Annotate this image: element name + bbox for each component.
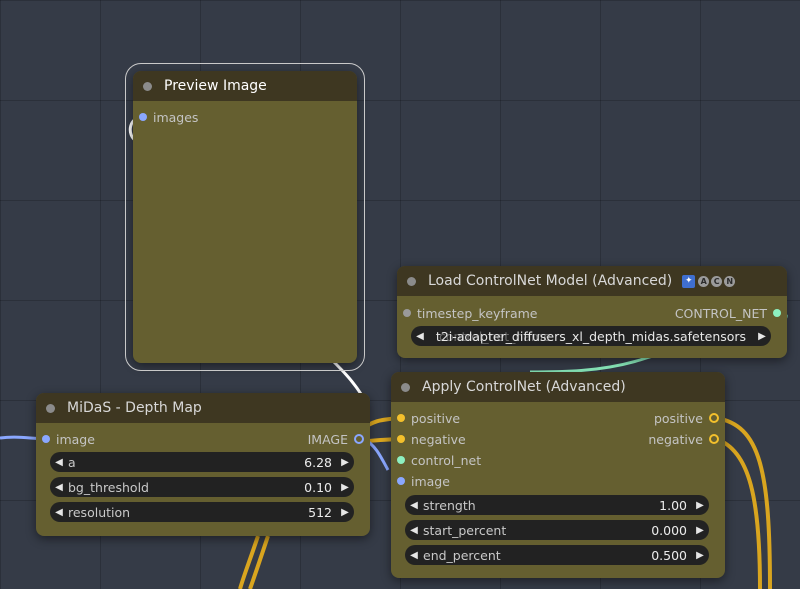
widget-label: strength [423,497,476,513]
node-title: Apply ControlNet (Advanced) [422,379,626,395]
right-arrow-icon[interactable]: ▶ [691,500,709,511]
slot-label: negative [411,431,466,447]
input-slot-control-net[interactable]: control_net [397,451,481,469]
slot-label: images [153,109,199,125]
left-arrow-icon[interactable]: ◀ [50,482,68,493]
custom-node-icon: ✦ [682,274,696,288]
output-slot-negative[interactable]: negative [648,430,719,448]
output-connector-icon[interactable] [709,413,719,423]
slot-label: image [56,431,95,447]
slot-label: positive [653,410,703,426]
input-slot-negative[interactable]: negative [397,430,466,448]
combo-value: control_net_name t2i-adapter_diffusers_x… [429,329,753,344]
badge-letter: N [724,275,736,287]
left-arrow-icon[interactable]: ◀ [50,457,68,468]
widget-value: 6.28 [304,454,332,470]
output-slot-positive[interactable]: positive [654,409,719,427]
output-slot-control-net[interactable]: CONTROL_NET [675,304,781,322]
widget-end-percent[interactable]: ◀ end_percent 0.500 ▶ [405,545,709,565]
input-connector-icon[interactable] [397,456,405,464]
right-arrow-icon[interactable]: ▶ [336,457,354,468]
input-connector-icon[interactable] [403,309,411,317]
widget-bg-threshold[interactable]: ◀ bg_threshold 0.10 ▶ [50,477,354,497]
preview-image-header[interactable]: Preview Image [133,71,357,101]
load-controlnet-node[interactable]: Load ControlNet Model (Advanced) ✦ A C N… [397,266,787,358]
node-title: Preview Image [164,78,267,94]
input-slot-positive[interactable]: positive [397,409,460,427]
widget-label: start_percent [423,522,507,538]
left-arrow-icon[interactable]: ◀ [405,525,423,536]
collapse-toggle-icon[interactable] [407,276,416,286]
link-conditioning-down-b[interactable] [238,535,260,589]
midas-header[interactable]: MiDaS - Depth Map [36,393,370,423]
collapse-toggle-icon[interactable] [143,81,152,91]
widget-label: resolution [68,504,131,520]
midas-depth-map-node[interactable]: MiDaS - Depth Map image IMAGE ◀ a 6.28 ▶… [36,393,370,536]
widget-strength[interactable]: ◀ strength 1.00 ▶ [405,495,709,515]
input-connector-icon[interactable] [397,414,405,422]
right-arrow-icon[interactable]: ▶ [691,550,709,561]
widget-label: end_percent [423,547,501,563]
slot-label: CONTROL_NET [674,305,767,321]
output-connector-icon[interactable] [354,434,364,444]
preview-image-node[interactable]: Preview Image images [125,63,365,371]
slot-label: control_net [411,452,482,468]
widget-value: 1.00 [659,497,687,513]
slot-label: image [411,473,450,489]
left-arrow-icon[interactable]: ◀ [405,550,423,561]
right-arrow-icon[interactable]: ▶ [336,507,354,518]
output-connector-icon[interactable] [773,309,781,317]
load-controlnet-header[interactable]: Load ControlNet Model (Advanced) ✦ A C N [397,266,787,296]
node-title: Load ControlNet Model (Advanced) [428,273,673,289]
widget-label: bg_threshold [68,479,149,495]
input-slot-images[interactable]: images [139,108,198,126]
widget-value: 0.000 [651,522,687,538]
input-connector-icon[interactable] [397,477,405,485]
right-arrow-icon[interactable]: ▶ [336,482,354,493]
widget-a[interactable]: ◀ a 6.28 ▶ [50,452,354,472]
combo-selected-model: t2i-adapter_diffusers_xl_depth_midas.saf… [435,328,747,344]
input-slot-timestep-keyframe[interactable]: timestep_keyframe [403,304,537,322]
left-arrow-icon[interactable]: ◀ [411,331,429,342]
right-arrow-icon[interactable]: ▶ [691,525,709,536]
node-badges: ✦ A C N [682,274,737,288]
widget-start-percent[interactable]: ◀ start_percent 0.000 ▶ [405,520,709,540]
input-slot-image[interactable]: image [42,430,95,448]
left-arrow-icon[interactable]: ◀ [405,500,423,511]
widget-value: 0.10 [304,479,332,495]
slot-label: IMAGE [307,431,348,447]
collapse-toggle-icon[interactable] [401,382,410,392]
left-arrow-icon[interactable]: ◀ [50,507,68,518]
slot-label: negative [648,431,703,447]
widget-resolution[interactable]: ◀ resolution 512 ▶ [50,502,354,522]
badge-letter: A [698,275,710,287]
widget-value: 0.500 [651,547,687,563]
input-slot-image[interactable]: image [397,472,450,490]
input-connector-icon[interactable] [139,113,147,121]
node-title: MiDaS - Depth Map [67,400,202,416]
slot-label: timestep_keyframe [417,305,538,321]
input-connector-icon[interactable] [397,435,405,443]
link-conditioning-down-a[interactable] [248,535,270,589]
control-net-name-combo[interactable]: ◀ control_net_name t2i-adapter_diffusers… [411,326,771,346]
apply-controlnet-header[interactable]: Apply ControlNet (Advanced) [391,372,725,402]
widget-label: a [68,454,76,470]
badge-letter: C [711,275,723,287]
widget-value: 512 [308,504,332,520]
output-connector-icon[interactable] [709,434,719,444]
link-image-to-preview[interactable] [330,358,363,395]
right-arrow-icon[interactable]: ▶ [753,331,771,342]
apply-controlnet-node[interactable]: Apply ControlNet (Advanced) positive neg… [391,372,725,578]
slot-label: positive [411,410,461,426]
output-slot-image[interactable]: IMAGE [308,430,364,448]
input-connector-icon[interactable] [42,435,50,443]
collapse-toggle-icon[interactable] [46,403,55,413]
